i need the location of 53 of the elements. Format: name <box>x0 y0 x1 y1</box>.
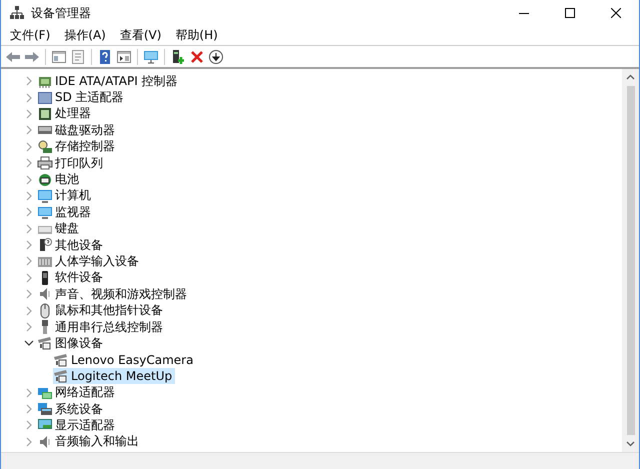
tree-item[interactable]: 电池 <box>37 172 82 188</box>
tree-item[interactable]: 键盘 <box>37 220 82 237</box>
chip-icon <box>37 106 53 122</box>
panel-icon[interactable] <box>51 48 67 64</box>
tree-item[interactable]: 人体学输入设备 <box>37 253 142 270</box>
storage-icon <box>37 138 53 155</box>
computer-icon <box>37 188 53 204</box>
help-icon[interactable] <box>97 48 113 64</box>
delete-icon[interactable] <box>189 48 205 64</box>
maximize-icon <box>565 8 575 18</box>
menu-item[interactable]: 帮助(H) <box>168 27 225 44</box>
tree-item[interactable]: 通用串行总线控制器 <box>37 319 166 336</box>
tree-item[interactable]: 计算机 <box>37 188 94 204</box>
add-driver-icon[interactable] <box>170 48 186 64</box>
tree-item[interactable]: 图像设备 <box>37 335 106 352</box>
system-icon <box>37 401 53 417</box>
camera-icon <box>53 368 69 384</box>
tree-item[interactable]: 系统设备 <box>37 401 106 417</box>
printer-icon <box>37 155 53 172</box>
scroll-thumb[interactable] <box>626 86 634 435</box>
camera-icon <box>53 352 69 368</box>
camera-icon <box>37 335 53 352</box>
scrollbar[interactable] <box>622 69 639 452</box>
properties-icon[interactable] <box>70 48 86 64</box>
tree-item[interactable]: 其他设备 <box>37 237 106 254</box>
close-icon <box>611 8 621 18</box>
tree-item[interactable]: 存储控制器 <box>37 138 118 155</box>
tree-item[interactable]: SD 主适配器 <box>37 90 127 106</box>
tree-item[interactable]: 鼠标和其他指针设备 <box>37 302 166 319</box>
menu-item[interactable]: 查看(V) <box>112 27 168 44</box>
monitor-icon <box>37 204 53 220</box>
window-title: 设备管理器 <box>31 4 91 22</box>
tree-item[interactable]: 处理器 <box>37 106 94 122</box>
tree-item[interactable]: 磁盘驱动器 <box>37 122 118 138</box>
tree-item[interactable]: 网络适配器 <box>37 384 118 401</box>
tree-item[interactable]: 显示适配器 <box>37 417 118 434</box>
menu-item[interactable]: 操作(A) <box>57 27 113 44</box>
tree-item[interactable]: IDE ATA/ATAPI 控制器 <box>37 73 181 90</box>
app-icon <box>9 5 25 21</box>
card-icon <box>37 90 53 106</box>
pane-icon[interactable] <box>116 48 132 64</box>
tree-item[interactable]: 监视器 <box>37 204 94 220</box>
download-icon[interactable] <box>208 48 224 64</box>
tree-item[interactable]: 软件设备 <box>37 270 106 286</box>
menu-item[interactable]: 文件(F) <box>3 27 58 44</box>
monitor-icon[interactable] <box>143 48 159 64</box>
tree-item[interactable]: 打印队列 <box>37 155 106 172</box>
unknown-device-icon <box>37 237 53 254</box>
tree-item[interactable]: Lenovo EasyCamera <box>53 352 196 368</box>
tree-item[interactable]: Logitech MeetUp <box>53 368 176 384</box>
tree-item[interactable]: 声音、视频和游戏控制器 <box>37 286 190 302</box>
battery-icon <box>37 172 53 188</box>
tree-item[interactable]: 音频输入和输出 <box>37 434 142 450</box>
